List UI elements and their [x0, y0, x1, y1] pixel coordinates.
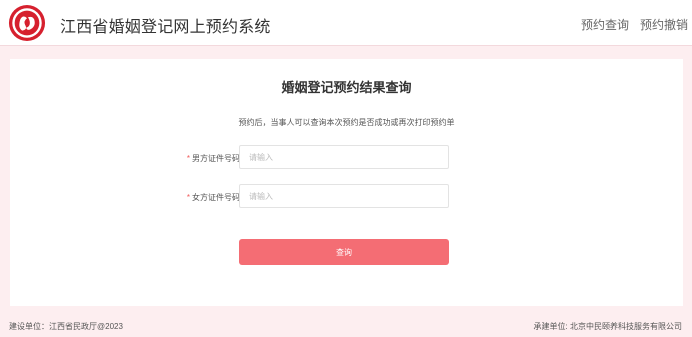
male-id-input[interactable]: [239, 145, 449, 169]
female-id-label: * 女方证件号码: [150, 192, 240, 203]
query-button[interactable]: 查询: [239, 239, 449, 265]
header: 江西省婚姻登记网上预约系统 预约查询 预约撤销: [0, 0, 692, 46]
wedding-logo-icon[interactable]: [8, 4, 46, 42]
nav-appointment-query[interactable]: 预约查询: [581, 16, 629, 33]
footer-contractor: 承建单位: 北京中民颐养科技服务有限公司: [533, 322, 682, 331]
page-description: 预约后，当事人可以查询本次预约是否成功或再次打印预约单: [238, 118, 455, 127]
page-title: 婚姻登记预约结果查询: [281, 80, 412, 95]
required-mark: *: [186, 193, 190, 202]
query-card: 婚姻登记预约结果查询 预约后，当事人可以查询本次预约是否成功或再次打印预约单 *…: [10, 59, 683, 306]
site-title: 江西省婚姻登记网上预约系统: [60, 19, 271, 36]
nav-appointment-cancel[interactable]: 预约撤销: [640, 16, 688, 33]
male-id-label-text: 男方证件号码: [192, 154, 240, 163]
required-mark: *: [186, 154, 190, 163]
footer-builder: 建设单位：江西省民政厅@2023: [9, 322, 123, 331]
female-id-input[interactable]: [239, 184, 449, 208]
male-id-label: * 男方证件号码: [150, 153, 240, 164]
female-id-label-text: 女方证件号码: [192, 193, 240, 202]
